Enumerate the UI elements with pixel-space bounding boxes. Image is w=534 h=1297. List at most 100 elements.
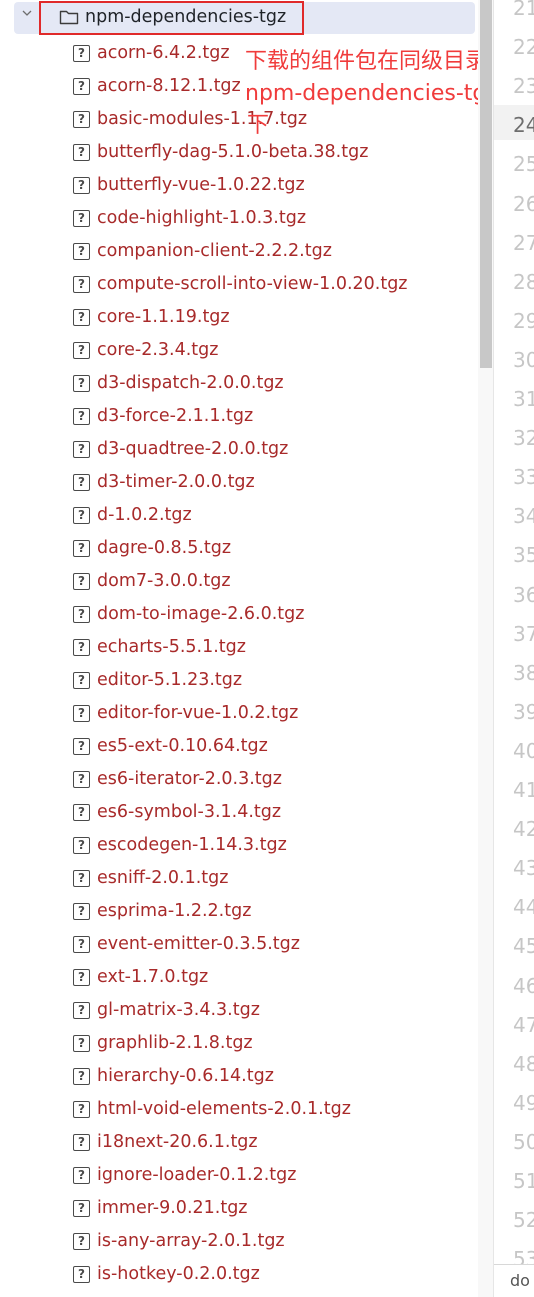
file-row[interactable]: ? es6-iterator-2.0.3.tgz (14, 763, 475, 796)
file-label[interactable]: d3-dispatch-2.0.0.tgz (97, 370, 284, 396)
file-label[interactable]: ignore-loader-0.1.2.tgz (97, 1162, 296, 1188)
file-label[interactable]: editor-for-vue-1.0.2.tgz (97, 700, 298, 726)
file-label[interactable]: es6-iterator-2.0.3.tgz (97, 766, 282, 792)
file-row[interactable]: ? echarts-5.5.1.tgz (14, 631, 475, 664)
file-label[interactable]: d-1.0.2.tgz (97, 502, 192, 528)
file-row[interactable]: ? d-1.0.2.tgz (14, 499, 475, 532)
file-row[interactable]: ? immer-9.0.21.tgz (14, 1192, 475, 1225)
file-label[interactable]: is-hotkey-0.2.0.tgz (97, 1261, 260, 1287)
file-row[interactable]: ? gl-matrix-3.4.3.tgz (14, 994, 475, 1027)
file-label[interactable]: i18next-20.6.1.tgz (97, 1129, 258, 1155)
file-row[interactable]: ? is-any-array-2.0.1.tgz (14, 1225, 475, 1258)
file-label[interactable]: d3-timer-2.0.0.tgz (97, 469, 255, 495)
unknown-file-icon: ? (73, 672, 90, 689)
annotation-line-2: npm-dependencies-tgz (245, 81, 498, 106)
file-row[interactable]: ? dagre-0.8.5.tgz (14, 532, 475, 565)
file-row[interactable]: ? compute-scroll-into-view-1.0.20.tgz (14, 268, 475, 301)
file-label[interactable]: acorn-6.4.2.tgz (97, 40, 230, 66)
file-label[interactable]: is-any-array-2.0.1.tgz (97, 1228, 285, 1254)
editor-gutter: 21 22 23 24 25 26 27 28 29 30 31 32 33 34 35 36 37 38 39 40… (494, 0, 534, 1297)
file-row[interactable]: ? esprima-1.2.2.tgz (14, 895, 475, 928)
file-label[interactable]: gl-matrix-3.4.3.tgz (97, 997, 260, 1023)
file-label[interactable]: echarts-5.5.1.tgz (97, 634, 246, 660)
file-label[interactable]: dom-to-image-2.6.0.tgz (97, 601, 304, 627)
file-row[interactable]: ? esniff-2.0.1.tgz (14, 862, 475, 895)
file-row[interactable]: ? graphlib-2.1.8.tgz (14, 1027, 475, 1060)
file-row[interactable]: ? companion-client-2.2.2.tgz (14, 235, 475, 268)
file-row[interactable]: ? ignore-loader-0.1.2.tgz (14, 1159, 475, 1192)
file-row[interactable]: ? html-void-elements-2.0.1.tgz (14, 1093, 475, 1126)
line-number: 36 (513, 583, 534, 607)
file-label[interactable]: escodegen-1.14.3.tgz (97, 832, 287, 858)
file-label[interactable]: immer-9.0.21.tgz (97, 1195, 248, 1221)
file-row[interactable]: ? hierarchy-0.6.14.tgz (14, 1060, 475, 1093)
file-label[interactable]: dagre-0.8.5.tgz (97, 535, 231, 561)
file-label[interactable]: butterfly-dag-5.1.0-beta.38.tgz (97, 139, 368, 165)
file-label[interactable]: ext-1.7.0.tgz (97, 964, 208, 990)
file-row[interactable]: ? core-2.3.4.tgz (14, 334, 475, 367)
unknown-file-icon: ? (73, 1266, 90, 1283)
line-number: 35 (513, 543, 534, 567)
file-row[interactable]: ? dom7-3.0.0.tgz (14, 565, 475, 598)
file-label[interactable]: html-void-elements-2.0.1.tgz (97, 1096, 351, 1122)
file-label[interactable]: event-emitter-0.3.5.tgz (97, 931, 300, 957)
file-label[interactable]: graphlib-2.1.8.tgz (97, 1030, 253, 1056)
file-label[interactable]: core-1.1.19.tgz (97, 304, 230, 330)
file-row[interactable]: ? d3-timer-2.0.0.tgz (14, 466, 475, 499)
unknown-file-icon: ? (73, 969, 90, 986)
file-row[interactable]: ? d3-quadtree-2.0.0.tgz (14, 433, 475, 466)
line-number: 41 (513, 778, 534, 802)
unknown-file-icon: ? (73, 1002, 90, 1019)
file-label[interactable]: code-highlight-1.0.3.tgz (97, 205, 306, 231)
file-row[interactable]: ? editor-for-vue-1.0.2.tgz (14, 697, 475, 730)
file-row[interactable]: ? event-emitter-0.3.5.tgz (14, 928, 475, 961)
file-row[interactable]: ? i18next-20.6.1.tgz (14, 1126, 475, 1159)
unknown-file-icon: ? (73, 474, 90, 491)
file-label[interactable]: es6-symbol-3.1.4.tgz (97, 799, 281, 825)
line-number: 30 (513, 348, 534, 372)
file-label[interactable]: d3-force-2.1.1.tgz (97, 403, 253, 429)
line-number: 21 (513, 0, 534, 20)
file-label[interactable]: hierarchy-0.6.14.tgz (97, 1063, 274, 1089)
unknown-file-icon: ? (73, 210, 90, 227)
unknown-file-icon: ? (73, 936, 90, 953)
unknown-file-icon: ? (73, 408, 90, 425)
unknown-file-icon: ? (73, 804, 90, 821)
file-label[interactable]: es5-ext-0.10.64.tgz (97, 733, 268, 759)
file-row[interactable]: ? ext-1.7.0.tgz (14, 961, 475, 994)
file-label[interactable]: compute-scroll-into-view-1.0.20.tgz (97, 271, 408, 297)
file-row[interactable]: ? code-highlight-1.0.3.tgz (14, 202, 475, 235)
file-row[interactable]: ? es5-ext-0.10.64.tgz (14, 730, 475, 763)
folder-label[interactable]: npm-dependencies-tgz (85, 4, 286, 30)
line-number: 23 (513, 74, 534, 98)
file-row[interactable]: ? dom-to-image-2.6.0.tgz (14, 598, 475, 631)
file-row[interactable]: ? editor-5.1.23.tgz (14, 664, 475, 697)
file-label[interactable]: dom7-3.0.0.tgz (97, 568, 231, 594)
file-label[interactable]: d3-quadtree-2.0.0.tgz (97, 436, 288, 462)
file-row[interactable]: ? es6-symbol-3.1.4.tgz (14, 796, 475, 829)
file-row[interactable]: ? escodegen-1.14.3.tgz (14, 829, 475, 862)
file-row[interactable]: ? d3-dispatch-2.0.0.tgz (14, 367, 475, 400)
file-label[interactable]: acorn-8.12.1.tgz (97, 73, 241, 99)
file-row[interactable]: ? is-hotkey-0.2.0.tgz (14, 1258, 475, 1291)
line-number: 39 (513, 700, 534, 724)
file-label[interactable]: esprima-1.2.2.tgz (97, 898, 251, 924)
file-row[interactable]: ? core-1.1.19.tgz (14, 301, 475, 334)
file-label[interactable]: editor-5.1.23.tgz (97, 667, 242, 693)
chevron-down-icon[interactable] (22, 8, 32, 18)
line-number: 52 (513, 1208, 534, 1232)
file-label[interactable]: esniff-2.0.1.tgz (97, 865, 228, 891)
file-label[interactable]: core-2.3.4.tgz (97, 337, 218, 363)
unknown-file-icon: ? (73, 573, 90, 590)
unknown-file-icon: ? (73, 342, 90, 359)
unknown-file-icon: ? (73, 441, 90, 458)
line-number: 33 (513, 465, 534, 489)
unknown-file-icon: ? (73, 1200, 90, 1217)
file-row[interactable]: ? butterfly-vue-1.0.22.tgz (14, 169, 475, 202)
unknown-file-icon: ? (73, 837, 90, 854)
file-row[interactable]: ? d3-force-2.1.1.tgz (14, 400, 475, 433)
file-label[interactable]: butterfly-vue-1.0.22.tgz (97, 172, 305, 198)
scrollbar-thumb[interactable] (480, 0, 492, 368)
unknown-file-icon: ? (73, 276, 90, 293)
file-label[interactable]: companion-client-2.2.2.tgz (97, 238, 332, 264)
